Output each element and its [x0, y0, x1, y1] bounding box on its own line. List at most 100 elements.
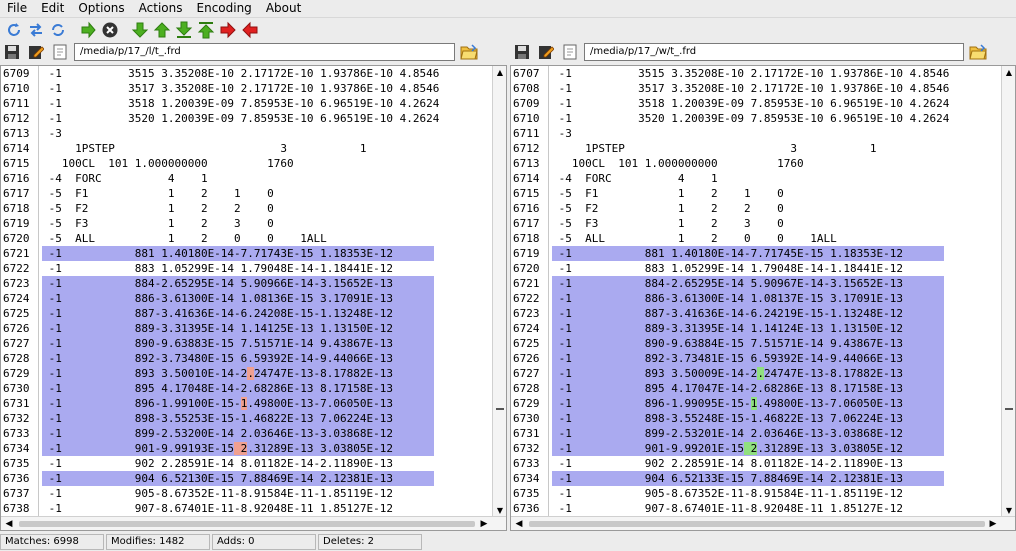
- menu-file[interactable]: File: [0, 0, 34, 17]
- next-diff-icon[interactable]: [130, 20, 150, 40]
- right-horizontal-scrollbar[interactable]: ◀ ▶: [511, 516, 1015, 530]
- line-number: 6713: [513, 157, 540, 170]
- prev-diff-icon[interactable]: [152, 20, 172, 40]
- menu-actions[interactable]: Actions: [132, 0, 190, 17]
- line-text: -1 905-8.67352E-11-8.91584E-11-1.85119E-…: [42, 487, 393, 500]
- line-text: -1 881 1.40180E-14-7.71743E-15 1.18353E-…: [42, 246, 434, 261]
- code-line: 6732 -1 898-3.55253E-15-1.46822E-13 7.06…: [1, 411, 506, 426]
- line-number: 6728: [3, 352, 30, 365]
- left-pane: /media/p/17_/l/t_.frd 6709 -1 3515 3.352…: [0, 41, 507, 531]
- line-number: 6732: [3, 412, 30, 425]
- cycle-icon[interactable]: [48, 20, 68, 40]
- menu-about[interactable]: About: [259, 0, 308, 17]
- left-editor[interactable]: 6709 -1 3515 3.35208E-10 2.17172E-10 1.9…: [0, 65, 507, 531]
- code-line: 6732 -1 901-9.99201E-15 2.31289E-13 3.03…: [511, 441, 1015, 456]
- code-line: 6733 -1 899-2.53200E-14 2.03646E-13-3.03…: [1, 426, 506, 441]
- scroll-thumb[interactable]: [1005, 408, 1013, 410]
- scroll-right-icon[interactable]: ▶: [478, 518, 490, 530]
- open-folder-icon[interactable]: [459, 43, 479, 61]
- diff-highlight: 2: [744, 442, 758, 455]
- right-editor[interactable]: 6707 -1 3515 3.35208E-10 2.17172E-10 1.9…: [510, 65, 1016, 531]
- line-number: 6736: [513, 502, 540, 515]
- code-line: 6730 -1 898-3.55248E-15-1.46822E-13 7.06…: [511, 411, 1015, 426]
- diff-highlight: 1: [750, 397, 758, 410]
- line-text: -1 887-3.41636E-14-6.24219E-15-1.13248E-…: [552, 306, 944, 321]
- line-number: 6714: [513, 172, 540, 185]
- code-line: 6727 -1 890-9.63883E-15 7.51571E-14 9.43…: [1, 336, 506, 351]
- edit-icon[interactable]: [536, 42, 556, 62]
- scroll-thumb[interactable]: [19, 521, 475, 527]
- right-path-input[interactable]: /media/p/17_/w/t_.frd: [584, 43, 964, 61]
- line-number: 6720: [513, 262, 540, 275]
- code-line: 6735 -1 905-8.67352E-11-8.91584E-11-1.85…: [511, 486, 1015, 501]
- scroll-left-icon[interactable]: ◀: [513, 518, 525, 530]
- code-line: 6710 -1 3517 3.35208E-10 2.17172E-10 1.9…: [1, 81, 506, 96]
- code-line: 6716 -4 FORC 4 1: [1, 171, 506, 186]
- swap-files-icon[interactable]: [26, 20, 46, 40]
- line-text: -3: [552, 127, 572, 140]
- open-folder-icon[interactable]: [968, 43, 988, 61]
- code-line: 6710 -1 3520 1.20039E-09 7.85953E-10 6.9…: [511, 111, 1015, 126]
- line-text: -1 893 3.50010E-14-2.24747E-13-8.17882E-…: [42, 366, 434, 381]
- code-line: 6726 -1 889-3.31395E-14 1.14125E-13 1.13…: [1, 321, 506, 336]
- refresh-icon[interactable]: [4, 20, 24, 40]
- first-diff-icon[interactable]: [196, 20, 216, 40]
- menu-edit[interactable]: Edit: [34, 0, 71, 17]
- line-text: -1 895 4.17047E-14-2.68286E-13 8.17158E-…: [552, 381, 944, 396]
- scroll-down-icon[interactable]: ▼: [495, 506, 505, 516]
- line-text: -1 904 6.52133E-15 7.88469E-14 2.12381E-…: [552, 471, 944, 486]
- copy-right-icon[interactable]: [218, 20, 238, 40]
- save-icon[interactable]: [2, 42, 22, 62]
- code-line: 6717 -5 F3 1 2 3 0: [511, 216, 1015, 231]
- code-line: 6734 -1 904 6.52133E-15 7.88469E-14 2.12…: [511, 471, 1015, 486]
- menu-encoding[interactable]: Encoding: [190, 0, 259, 17]
- line-text: -1 3515 3.35208E-10 2.17172E-10 1.93786E…: [552, 67, 950, 80]
- line-text: -1 3515 3.35208E-10 2.17172E-10 1.93786E…: [42, 67, 440, 80]
- left-horizontal-scrollbar[interactable]: ◀ ▶: [1, 516, 506, 530]
- code-line: 6728 -1 895 4.17047E-14-2.68286E-13 8.17…: [511, 381, 1015, 396]
- code-line: 6720 -1 883 1.05299E-14 1.79048E-14-1.18…: [511, 261, 1015, 276]
- line-text: -1 898-3.55248E-15-1.46822E-13 7.06224E-…: [552, 411, 944, 426]
- readonly-icon[interactable]: [560, 42, 580, 62]
- scroll-thumb[interactable]: [496, 408, 504, 410]
- line-number: 6726: [513, 352, 540, 365]
- code-line: 6722 -1 883 1.05299E-14 1.79048E-14-1.18…: [1, 261, 506, 276]
- code-line: 6721 -1 881 1.40180E-14-7.71743E-15 1.18…: [1, 246, 506, 261]
- scroll-thumb[interactable]: [529, 521, 985, 527]
- line-number: 6721: [3, 247, 30, 260]
- last-diff-icon[interactable]: [174, 20, 194, 40]
- save-icon[interactable]: [512, 42, 532, 62]
- next-arrow-icon[interactable]: [78, 20, 98, 40]
- code-line: 6723 -1 887-3.41636E-14-6.24219E-15-1.13…: [511, 306, 1015, 321]
- scroll-right-icon[interactable]: ▶: [987, 518, 999, 530]
- right-vertical-scrollbar[interactable]: ▲ ▼: [1001, 66, 1015, 518]
- code-line: 6725 -1 887-3.41636E-14-6.24208E-15-1.13…: [1, 306, 506, 321]
- line-number: 6721: [513, 277, 540, 290]
- line-text: -3: [42, 127, 62, 140]
- stop-icon[interactable]: [100, 20, 120, 40]
- line-number: 6737: [3, 487, 30, 500]
- line-text: -1 3518 1.20039E-09 7.85953E-10 6.96519E…: [552, 97, 950, 110]
- line-number: 6732: [513, 442, 540, 455]
- scroll-up-icon[interactable]: ▲: [1004, 68, 1014, 78]
- menu-options[interactable]: Options: [71, 0, 131, 17]
- edit-icon[interactable]: [26, 42, 46, 62]
- code-line: 6734 -1 901-9.99193E-15 2.31289E-13 3.03…: [1, 441, 506, 456]
- left-path-input[interactable]: /media/p/17_/l/t_.frd: [74, 43, 455, 61]
- scroll-down-icon[interactable]: ▼: [1004, 506, 1014, 516]
- right-lines: 6707 -1 3515 3.35208E-10 2.17172E-10 1.9…: [511, 66, 1015, 516]
- readonly-icon[interactable]: [50, 42, 70, 62]
- line-text: -1 3518 1.20039E-09 7.85953E-10 6.96519E…: [42, 97, 440, 110]
- line-text: -4 FORC 4 1: [42, 172, 208, 185]
- line-text: -1 895 4.17048E-14-2.68286E-13 8.17158E-…: [42, 381, 434, 396]
- line-number: 6716: [513, 202, 540, 215]
- copy-left-icon[interactable]: [240, 20, 260, 40]
- line-text: -1 3520 1.20039E-09 7.85953E-10 6.96519E…: [42, 112, 440, 125]
- scroll-up-icon[interactable]: ▲: [495, 68, 505, 78]
- line-text: -1 893 3.50009E-14-2.24747E-13-8.17882E-…: [552, 366, 944, 381]
- line-number: 6712: [513, 142, 540, 155]
- left-vertical-scrollbar[interactable]: ▲ ▼: [492, 66, 506, 518]
- code-line: 6720 -5 ALL 1 2 0 0 1ALL: [1, 231, 506, 246]
- code-line: 6724 -1 886-3.61300E-14 1.08136E-15 3.17…: [1, 291, 506, 306]
- scroll-left-icon[interactable]: ◀: [3, 518, 15, 530]
